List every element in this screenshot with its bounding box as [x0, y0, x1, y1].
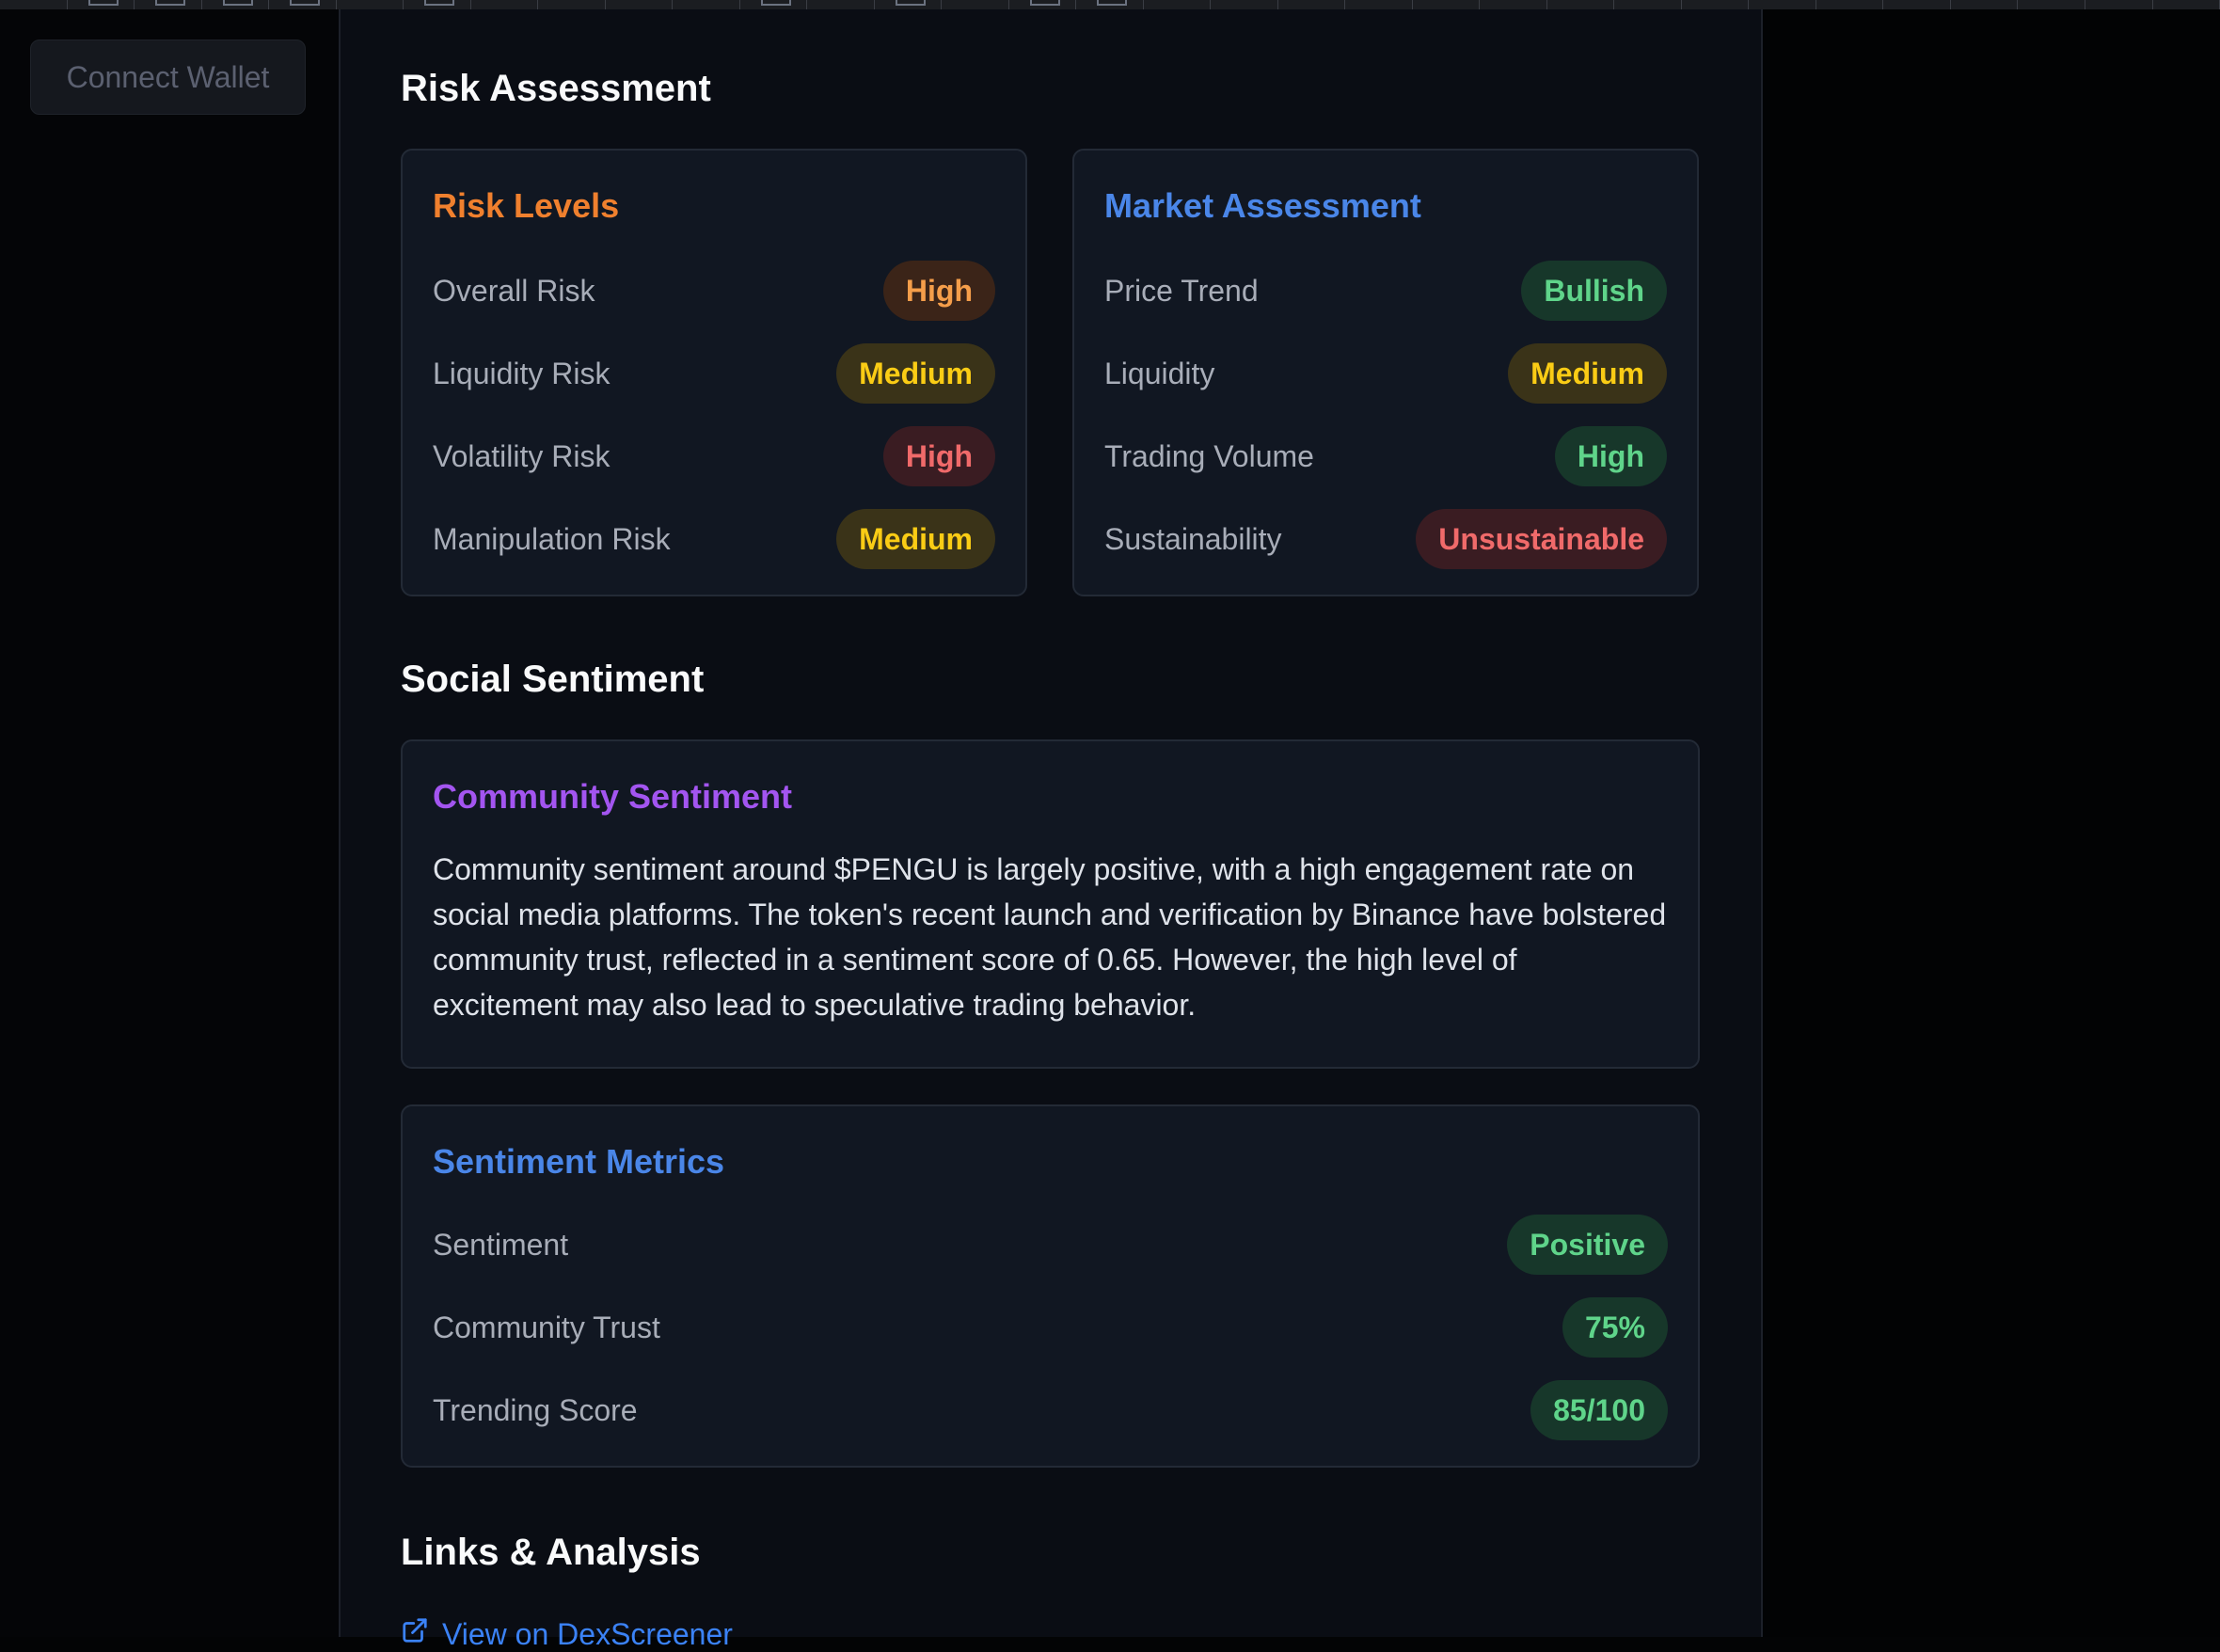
toolbar-segment	[1211, 0, 1278, 9]
toolbar-segment	[740, 0, 808, 9]
row-label: Manipulation Risk	[433, 522, 671, 557]
row-label: Trading Volume	[1104, 439, 1314, 474]
toolbar-segment	[942, 0, 1009, 9]
toolbar-segment	[807, 0, 875, 9]
sentiment-metrics-title: Sentiment Metrics	[433, 1142, 724, 1182]
toolbar-segment	[1144, 0, 1212, 9]
toolbar-segment	[1951, 0, 2019, 9]
metric-row-sentiment: Sentiment Positive	[433, 1214, 1668, 1276]
row-label: Liquidity	[1104, 357, 1214, 391]
status-badge: High	[883, 426, 995, 486]
market-row-trading-volume: Trading Volume High	[1104, 425, 1667, 487]
row-label: Price Trend	[1104, 274, 1259, 309]
toolbar-segment	[1547, 0, 1615, 9]
sentiment-metrics-card: Sentiment Metrics Sentiment Positive Com…	[401, 1104, 1700, 1468]
toolbar-segment	[1413, 0, 1481, 9]
row-label: Liquidity Risk	[433, 357, 610, 391]
status-badge: Medium	[836, 509, 995, 569]
status-badge: High	[883, 261, 995, 321]
status-badge: 85/100	[1530, 1380, 1668, 1440]
toolbar-segment	[1278, 0, 1346, 9]
risk-row-volatility: Volatility Risk High	[433, 425, 995, 487]
toolbar-segment	[471, 0, 539, 9]
status-badge: Positive	[1507, 1215, 1668, 1275]
toolbar-segment	[2085, 0, 2153, 9]
toolbar-segment	[68, 0, 135, 9]
main-content: Risk Assessment Risk Levels Overall Risk…	[339, 9, 1763, 1637]
toolbar-segment	[269, 0, 337, 9]
toolbar-segment	[1614, 0, 1682, 9]
risk-row-liquidity: Liquidity Risk Medium	[433, 342, 995, 405]
status-badge: 75%	[1562, 1297, 1668, 1358]
row-label: Sustainability	[1104, 522, 1282, 557]
row-label: Trending Score	[433, 1393, 638, 1428]
dexscreener-link-label: View on DexScreener	[442, 1617, 733, 1652]
community-sentiment-text: Community sentiment around $PENGU is lar…	[433, 847, 1668, 1027]
links-analysis-heading: Links & Analysis	[401, 1532, 701, 1574]
toolbar-segment	[135, 0, 202, 9]
risk-row-manipulation: Manipulation Risk Medium	[433, 508, 995, 570]
community-sentiment-title: Community Sentiment	[433, 777, 792, 817]
metric-row-trending-score: Trending Score 85/100	[433, 1379, 1668, 1441]
status-badge: Unsustainable	[1416, 509, 1667, 569]
toolbar-segment	[673, 0, 740, 9]
toolbar-segment	[0, 0, 68, 9]
toolbar-segment	[1345, 0, 1413, 9]
risk-assessment-heading: Risk Assessment	[401, 68, 711, 110]
status-badge: Medium	[1508, 343, 1667, 404]
risk-row-overall: Overall Risk High	[433, 260, 995, 322]
toolbar-segment	[606, 0, 674, 9]
market-row-sustainability: Sustainability Unsustainable	[1104, 508, 1667, 570]
risk-levels-card: Risk Levels Overall Risk High Liquidity …	[401, 149, 1027, 596]
status-badge: Bullish	[1521, 261, 1667, 321]
toolbar-segment	[404, 0, 471, 9]
social-sentiment-heading: Social Sentiment	[401, 659, 704, 701]
toolbar-segment	[1009, 0, 1077, 9]
toolbar-segment	[2153, 0, 2220, 9]
external-link-icon	[401, 1616, 442, 1652]
toolbar-segment	[2018, 0, 2085, 9]
right-gutter	[1763, 9, 2220, 1637]
toolbar-segment	[538, 0, 606, 9]
market-assessment-title: Market Assessment	[1104, 186, 1421, 226]
toolbar-segment	[1749, 0, 1816, 9]
dexscreener-link[interactable]: View on DexScreener	[401, 1616, 733, 1652]
toolbar-segment	[1883, 0, 1951, 9]
sidebar: Connect Wallet	[0, 9, 339, 1637]
row-label: Overall Risk	[433, 274, 595, 309]
toolbar-segment	[1480, 0, 1547, 9]
toolbar-segment	[875, 0, 943, 9]
toolbar-segment	[1076, 0, 1144, 9]
status-badge: High	[1555, 426, 1667, 486]
row-label: Community Trust	[433, 1310, 660, 1345]
toolbar-segment	[337, 0, 404, 9]
toolbar-segment	[202, 0, 270, 9]
toolbar-segment	[1682, 0, 1750, 9]
row-label: Volatility Risk	[433, 439, 610, 474]
market-row-price-trend: Price Trend Bullish	[1104, 260, 1667, 322]
row-label: Sentiment	[433, 1228, 568, 1263]
risk-levels-title: Risk Levels	[433, 186, 619, 226]
status-badge: Medium	[836, 343, 995, 404]
metric-row-community-trust: Community Trust 75%	[433, 1296, 1668, 1358]
community-sentiment-card: Community Sentiment Community sentiment …	[401, 739, 1700, 1069]
market-row-liquidity: Liquidity Medium	[1104, 342, 1667, 405]
toolbar-segment	[1816, 0, 1884, 9]
market-assessment-card: Market Assessment Price Trend Bullish Li…	[1072, 149, 1699, 596]
connect-wallet-button[interactable]: Connect Wallet	[30, 40, 306, 115]
